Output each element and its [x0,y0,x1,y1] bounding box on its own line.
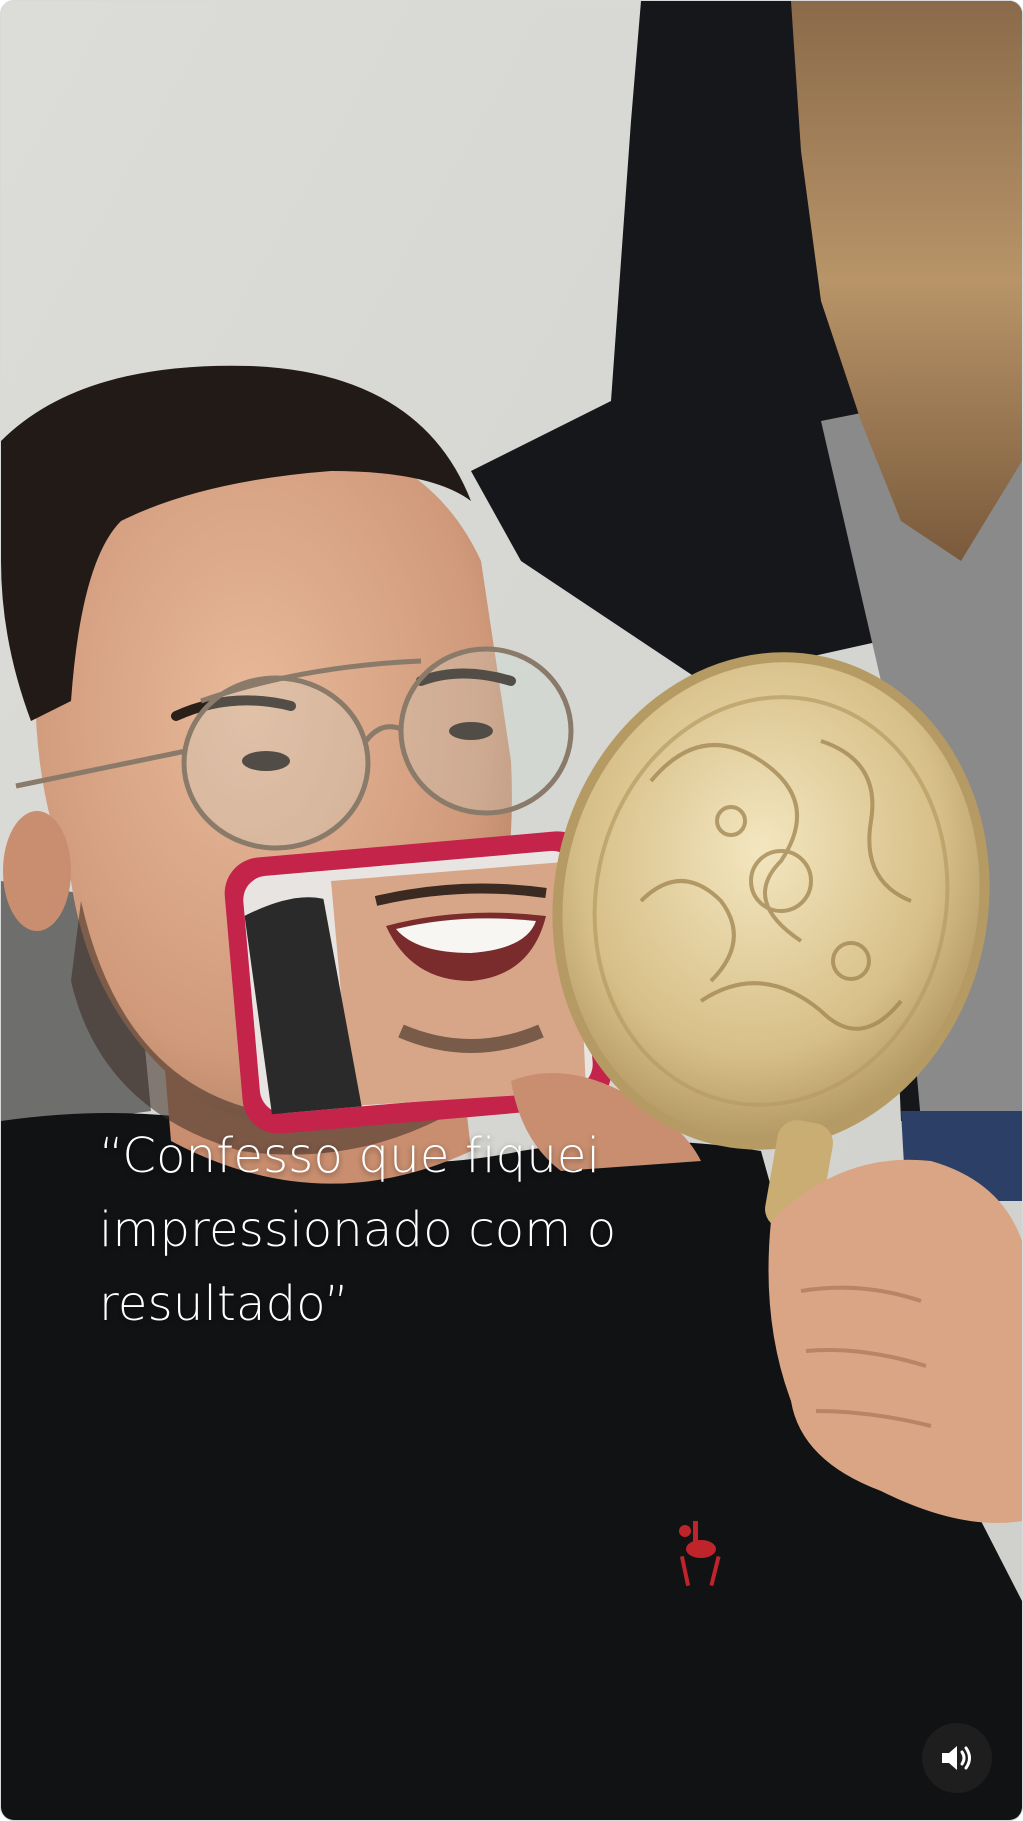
video-caption: “Confesso que fiquei impressionado com o… [99,1128,617,1332]
ear [3,811,71,931]
speaker-volume-icon [942,1746,971,1770]
video-frame[interactable]: “Confesso que fiquei impressionado com o… [0,0,1023,1821]
sound-toggle-button[interactable] [922,1723,992,1793]
video-scene [1,1,1022,1820]
